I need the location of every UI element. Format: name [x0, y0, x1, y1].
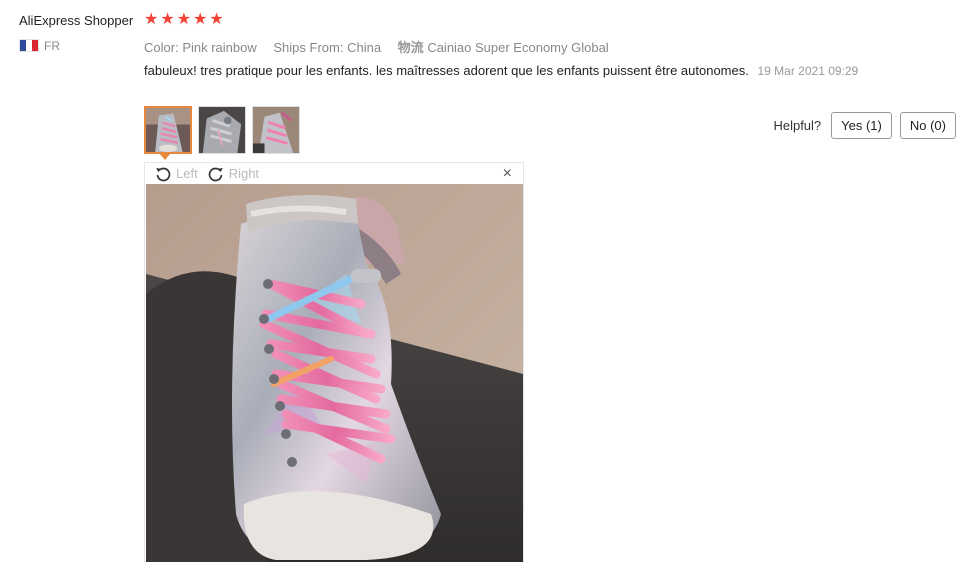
logistics-label: 物流 — [397, 40, 424, 55]
review-text: fabuleux! tres pratique pour les enfants… — [144, 63, 749, 78]
review-date: 19 Mar 2021 09:29 — [757, 64, 859, 78]
star-icon: ★ — [209, 11, 224, 28]
helpful-label: Helpful? — [773, 118, 822, 133]
star-icon: ★ — [193, 11, 208, 28]
photo-thumbnails — [144, 106, 300, 154]
photo-thumbnail-2[interactable] — [198, 106, 246, 154]
helpful-vote: Helpful? Yes (1) No (0) — [773, 112, 956, 139]
photo-thumbnail-1[interactable] — [144, 106, 192, 154]
photo-viewer: Left Right × — [144, 162, 524, 562]
review-meta: Color: Pink rainbow Ships From: China 物流… — [144, 37, 622, 56]
close-icon[interactable]: × — [503, 164, 512, 183]
rotate-left-label: Left — [176, 166, 198, 181]
color-label: Color: — [144, 40, 179, 55]
photo-viewer-toolbar: Left Right × — [145, 163, 523, 184]
photo-thumbnail-3[interactable] — [252, 106, 300, 154]
ships-from-value: China — [347, 40, 382, 55]
rotate-right-label: Right — [228, 166, 260, 181]
active-thumbnail-caret — [160, 154, 170, 160]
helpful-yes-button[interactable]: Yes (1) — [831, 112, 892, 139]
review-photo — [146, 184, 523, 562]
ships-from-label: Ships From: — [273, 40, 344, 55]
helpful-no-button[interactable]: No (0) — [899, 112, 956, 139]
rotate-right-icon — [208, 167, 223, 181]
logistics-value: Cainiao Super Economy Global — [427, 40, 609, 55]
reviewer-name: AliExpress Shopper — [19, 13, 134, 28]
star-icon: ★ — [160, 11, 175, 28]
star-icon: ★ — [144, 11, 159, 28]
rotate-right-button[interactable]: Right — [208, 166, 259, 182]
rotate-left-button[interactable]: Left — [155, 166, 198, 182]
star-icon: ★ — [176, 11, 192, 28]
reviewer-country: FR — [44, 39, 60, 53]
ships-from-info: Ships From: China — [273, 40, 381, 55]
color-info: Color: Pink rainbow — [144, 40, 257, 55]
rating-stars: ★ ★ ★ ★ ★ — [144, 11, 224, 29]
color-value: Pink rainbow — [182, 40, 257, 55]
france-flag-icon — [19, 39, 39, 52]
review-body: fabuleux! tres pratique pour les enfants… — [144, 62, 864, 80]
rotate-left-icon — [156, 167, 171, 181]
logistics-info: 物流 Cainiao Super Economy Global — [398, 40, 609, 55]
